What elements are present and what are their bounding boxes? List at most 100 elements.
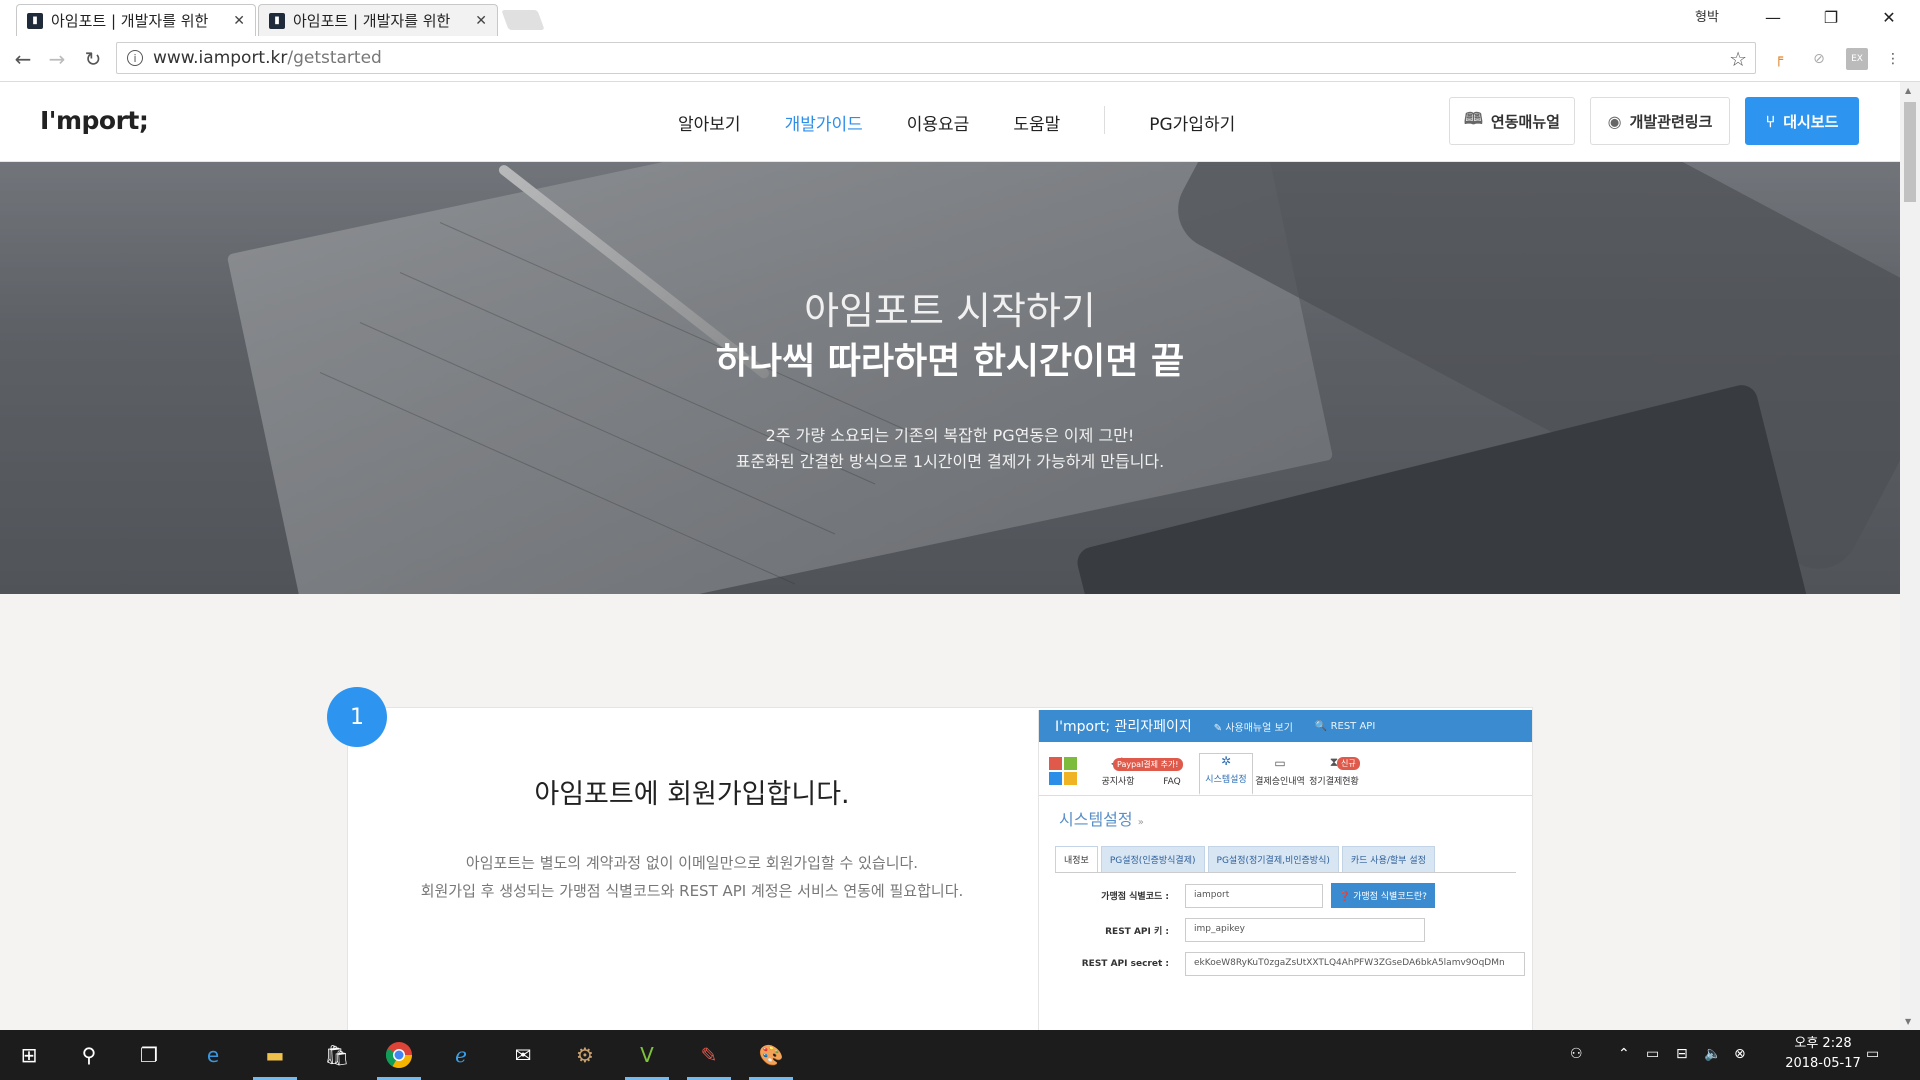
github-icon: ◉: [1607, 111, 1622, 131]
step-number-badge: 1: [327, 687, 387, 747]
iamport-favicon-icon: ▮: [27, 12, 43, 29]
extension-icon[interactable]: EX: [1846, 48, 1868, 70]
admin-rest-link: 🔍 REST API: [1314, 720, 1376, 732]
search-icon[interactable]: ⚲: [72, 1038, 106, 1072]
admin-menu: Paypal결제 추가! ◀)공지사항 FAQ ✲시스템설정 ▭결제승인내역 신…: [1039, 742, 1532, 796]
close-window-icon[interactable]: ✕: [1860, 0, 1918, 34]
hero-banner: 아임포트 시작하기 하나씩 따라하면 한시간이면 끝 2주 가량 소요되는 기존…: [0, 162, 1900, 594]
nav-item-pricing[interactable]: 이용요금: [907, 110, 970, 135]
people-icon[interactable]: ⚇: [1570, 1046, 1583, 1062]
subtab-myinfo: 내정보: [1055, 846, 1098, 872]
book-icon: 🕮: [1464, 108, 1483, 128]
subtab-card-settings: 카드 사용/할부 설정: [1341, 846, 1435, 872]
subtab-pg-recurring: PG설정(정기결제,비인증방식): [1207, 846, 1339, 872]
scroll-down-icon[interactable]: ▼: [1905, 1017, 1911, 1026]
new-tab-button[interactable]: [501, 10, 545, 30]
extension-icon[interactable]: ⊘: [1808, 48, 1830, 70]
vim-icon[interactable]: V: [625, 1038, 669, 1080]
back-icon[interactable]: ←: [10, 46, 36, 72]
clock-date: 2018-05-17: [1785, 1056, 1861, 1071]
gear-icon: ✲: [1220, 754, 1232, 768]
mail-icon[interactable]: ✉: [506, 1038, 540, 1072]
admin-title: I'mport; 관리자페이지: [1055, 719, 1192, 735]
new-badge: 신규: [1337, 757, 1360, 770]
merchant-code-field: iamport: [1185, 883, 1323, 908]
url-path: /getstarted: [287, 48, 382, 68]
palette-icon[interactable]: 🎨: [749, 1038, 793, 1080]
site-logo[interactable]: I'mport;: [40, 106, 149, 135]
minimize-icon[interactable]: —: [1744, 0, 1802, 34]
iamport-favicon-icon: ▮: [269, 12, 285, 29]
dashboard-button[interactable]: ⑂ 대시보드: [1745, 97, 1859, 145]
admin-menu-payments: ▭ 결제승인내역: [1253, 756, 1307, 795]
nav-item-help[interactable]: 도움말: [1013, 110, 1060, 135]
nav-item-about[interactable]: 알아보기: [678, 110, 741, 135]
profile-name[interactable]: 형박: [1695, 6, 1719, 25]
system-clock[interactable]: 오후 2:28 2018-05-17: [1768, 1034, 1878, 1074]
url-domain: www.iamport.kr: [153, 48, 288, 68]
info-icon[interactable]: i: [127, 50, 143, 66]
api-key-field: imp_apikey: [1185, 918, 1425, 942]
hero-subtitle: 하나씩 따라하면 한시간이면 끝: [715, 341, 1185, 382]
subtab-pg-auth: PG설정(인증방식결제): [1100, 846, 1205, 872]
windows-taskbar: ⊞ ⚲ ❐ e ▬ 🛍 ℯ ✉ ⚙ V ✎ 🎨 ⚇ ⌃ ▭ ⊟ 🔈 ⊗ 오후 2…: [0, 1030, 1920, 1080]
dashboard-label: 대시보드: [1783, 112, 1839, 131]
edge-icon[interactable]: e: [196, 1038, 230, 1072]
chrome-icon[interactable]: [377, 1038, 421, 1080]
manual-label: 연동매뉴얼: [1490, 112, 1560, 131]
admin-menu-notice: Paypal결제 추가! ◀)공지사항: [1091, 756, 1183, 795]
task-view-icon[interactable]: ❐: [132, 1038, 166, 1072]
url-input[interactable]: i www.iamport.kr/getstarted ☆: [116, 42, 1756, 74]
forward-icon[interactable]: →: [44, 46, 70, 72]
hero-description: 표준화된 간결한 방식으로 1시간이면 결제가 가능하게 만듭니다.: [735, 452, 1165, 471]
paypal-badge: Paypal결제 추가!: [1113, 758, 1183, 771]
admin-topbar: I'mport; 관리자페이지 ✎ 사용매뉴얼 보기 🔍 REST API: [1039, 710, 1532, 742]
tab-close-icon[interactable]: ✕: [233, 13, 245, 29]
admin-menu-recurring: 신규 ⧗ 정기결제현황: [1307, 755, 1361, 795]
bookmark-star-icon[interactable]: ☆: [1729, 47, 1747, 71]
volume-icon[interactable]: 🔈: [1704, 1046, 1721, 1062]
tray-expand-icon[interactable]: ⌃: [1618, 1046, 1630, 1062]
step-title: 아임포트에 회원가입합니다.: [534, 779, 850, 810]
windows-start-icon[interactable]: ⊞: [12, 1038, 46, 1072]
menu-icon[interactable]: ⋮: [1882, 48, 1904, 70]
admin-menu-settings: ✲ 시스템설정: [1199, 753, 1253, 795]
admin-page-screenshot: I'mport; 관리자페이지 ✎ 사용매뉴얼 보기 🔍 REST API Pa…: [1038, 710, 1532, 1030]
scroll-up-icon[interactable]: ▲: [1905, 86, 1911, 95]
tab-title: 아임포트 | 개발자를 위한: [293, 12, 451, 30]
step-description: 회원가입 후 생성되는 가맹점 식별코드와 REST API 계정은 서비스 연…: [420, 882, 964, 900]
page-scrollbar[interactable]: ▲ ▼: [1900, 82, 1920, 1030]
tab-title: 아임포트 | 개발자를 위한: [51, 12, 209, 30]
notification-icon[interactable]: ▭: [1866, 1046, 1879, 1062]
address-bar: ← → ↻ i www.iamport.kr/getstarted ☆ ╒ ⊘ …: [0, 36, 1920, 82]
extension-icon[interactable]: ╒: [1768, 48, 1790, 70]
tab-close-icon[interactable]: ✕: [475, 13, 487, 29]
nav-item-pg-signup[interactable]: PG가입하기: [1149, 110, 1235, 135]
api-key-row: REST API 키 : imp_apikey: [1055, 918, 1532, 942]
reload-icon[interactable]: ↻: [80, 46, 106, 72]
blocked-icon[interactable]: ⊗: [1734, 1046, 1746, 1062]
step-description: 아임포트는 별도의 계약과정 없이 이메일만으로 회원가입할 수 있습니다.: [465, 854, 919, 872]
network-icon[interactable]: ⊟: [1676, 1046, 1688, 1062]
browser-tab-active[interactable]: ▮ 아임포트 | 개발자를 위한 ✕: [16, 4, 256, 36]
hero-description: 2주 가량 소요되는 기존의 복잡한 PG연동은 이제 그만!: [765, 426, 1135, 445]
scrollbar-thumb[interactable]: [1904, 102, 1916, 202]
restore-icon[interactable]: ❐: [1802, 0, 1860, 34]
file-explorer-icon[interactable]: ▬: [253, 1038, 297, 1080]
paint-icon[interactable]: ✎: [687, 1038, 731, 1080]
store-icon[interactable]: 🛍: [320, 1038, 354, 1072]
dev-links-button[interactable]: ◉ 개발관련링크: [1590, 97, 1730, 145]
nav-item-dev-guide[interactable]: 개발가이드: [785, 110, 863, 135]
merchant-code-help: ❓ 가맹점 식별코드란?: [1331, 883, 1435, 908]
battery-icon[interactable]: ▭: [1646, 1046, 1659, 1062]
internet-explorer-icon[interactable]: ℯ: [444, 1038, 478, 1072]
hero-title: 아임포트 시작하기: [804, 289, 1096, 333]
dev-links-label: 개발관련링크: [1629, 112, 1713, 131]
manual-button[interactable]: 🕮 연동매뉴얼: [1449, 97, 1575, 145]
card-icon: ▭: [1274, 756, 1286, 770]
settings-gear-icon[interactable]: ⚙: [568, 1038, 602, 1072]
browser-tab[interactable]: ▮ 아임포트 | 개발자를 위한 ✕: [258, 4, 498, 36]
clock-time: 오후 2:28: [1794, 1036, 1852, 1051]
admin-menu-faq: FAQ: [1163, 777, 1181, 787]
api-secret-field: ekKoeW8RyKuT0zgaZsUtXXTLQ4AhPFW3ZGseDA6b…: [1185, 952, 1525, 976]
